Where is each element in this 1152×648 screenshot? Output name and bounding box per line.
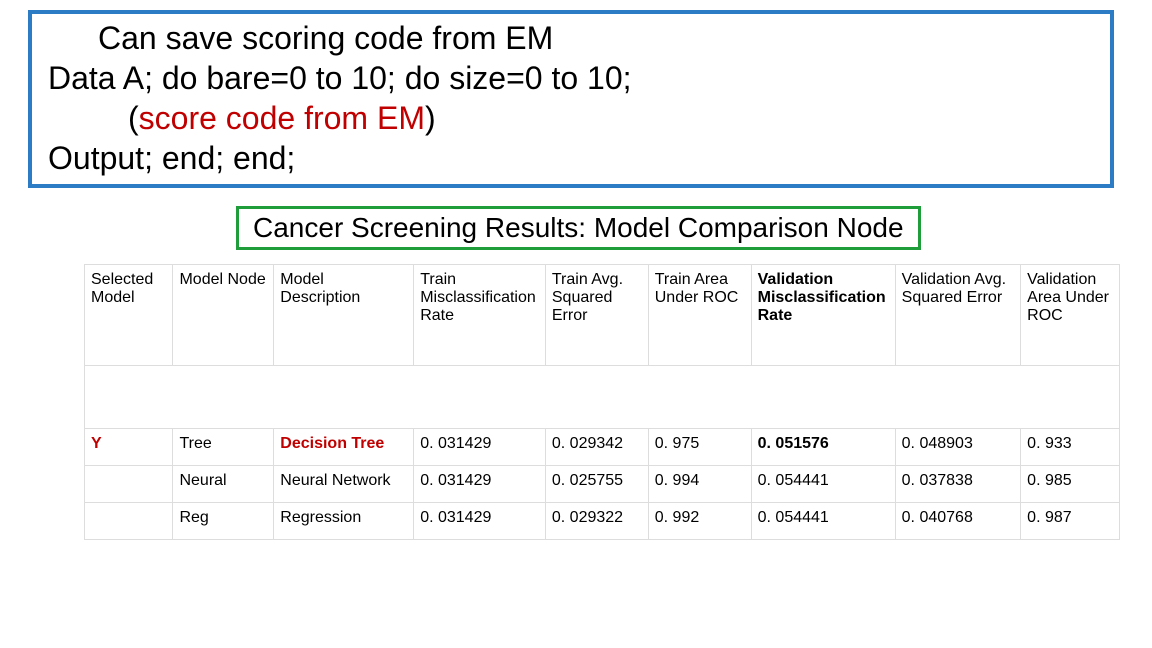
table-body: YTreeDecision Tree0. 0314290. 0293420. 9…	[85, 366, 1120, 540]
table-cell: 0. 054441	[751, 503, 895, 540]
table-row: NeuralNeural Network0. 0314290. 0257550.…	[85, 466, 1120, 503]
table-row-spacer	[85, 366, 1120, 429]
table-cell: 0. 994	[648, 466, 751, 503]
table-cell	[85, 503, 173, 540]
table-cell: 0. 054441	[751, 466, 895, 503]
score-code-red: score code from EM	[139, 100, 425, 136]
table-cell: Neural	[173, 466, 274, 503]
results-title: Cancer Screening Results: Model Comparis…	[236, 206, 921, 250]
table-cell	[85, 466, 173, 503]
table-cell: 0. 031429	[414, 466, 546, 503]
header-selected-model: Selected Model	[85, 265, 173, 366]
table-cell: Reg	[173, 503, 274, 540]
table-cell: 0. 037838	[895, 466, 1021, 503]
header-train-misclass: Train Misclassification Rate	[414, 265, 546, 366]
results-table-wrap: Selected Model Model Node Model Descript…	[84, 264, 1124, 540]
table-cell: 0. 029322	[545, 503, 648, 540]
table-cell: Decision Tree	[274, 429, 414, 466]
table-cell: 0. 031429	[414, 503, 546, 540]
header-model-node: Model Node	[173, 265, 274, 366]
table-cell: 0. 985	[1021, 466, 1120, 503]
table-cell: 0. 992	[648, 503, 751, 540]
table-cell: 0. 933	[1021, 429, 1120, 466]
results-table: Selected Model Model Node Model Descript…	[84, 264, 1120, 540]
header-train-roc: Train Area Under ROC	[648, 265, 751, 366]
code-line-1: Can save scoring code from EM	[48, 18, 1100, 58]
header-valid-roc: Validation Area Under ROC	[1021, 265, 1120, 366]
header-row: Selected Model Model Node Model Descript…	[85, 265, 1120, 366]
table-row: YTreeDecision Tree0. 0314290. 0293420. 9…	[85, 429, 1120, 466]
table-cell: 0. 031429	[414, 429, 546, 466]
header-train-avg-sq: Train Avg. Squared Error	[545, 265, 648, 366]
table-cell: Tree	[173, 429, 274, 466]
header-valid-avg-sq: Validation Avg. Squared Error	[895, 265, 1021, 366]
code-box: Can save scoring code from EM Data A; do…	[28, 10, 1114, 188]
table-cell: 0. 975	[648, 429, 751, 466]
table-cell: Regression	[274, 503, 414, 540]
table-cell: 0. 048903	[895, 429, 1021, 466]
table-cell: 0. 051576	[751, 429, 895, 466]
code-line-4: Output; end; end;	[48, 138, 1100, 178]
header-valid-misclass: Validation Misclassification Rate	[751, 265, 895, 366]
table-cell: 0. 987	[1021, 503, 1120, 540]
table-cell: 0. 029342	[545, 429, 648, 466]
table-cell: 0. 025755	[545, 466, 648, 503]
table-cell: Neural Network	[274, 466, 414, 503]
code-line-2: Data A; do bare=0 to 10; do size=0 to 10…	[48, 58, 1100, 98]
paren-open: (	[128, 100, 139, 136]
table-cell: 0. 040768	[895, 503, 1021, 540]
paren-close: )	[425, 100, 436, 136]
header-model-description: Model Description	[274, 265, 414, 366]
code-line-3: (score code from EM)	[48, 98, 1100, 138]
table-cell: Y	[85, 429, 173, 466]
slide: Can save scoring code from EM Data A; do…	[0, 0, 1152, 648]
table-row: RegRegression0. 0314290. 0293220. 9920. …	[85, 503, 1120, 540]
